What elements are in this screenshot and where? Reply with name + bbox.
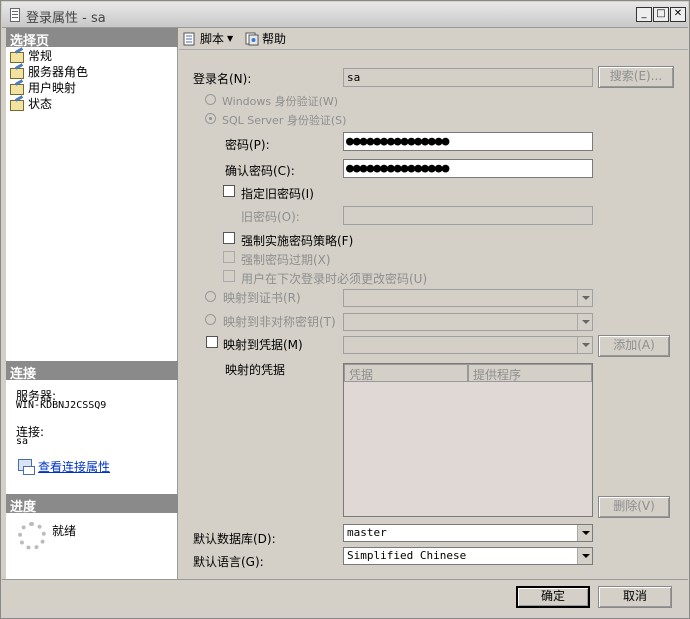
chevron-down-icon [577,548,592,564]
enforce-policy-checkbox[interactable] [223,232,235,244]
column-header-credential[interactable]: 凭据 [344,364,468,382]
nav-item-server-roles[interactable]: 服务器角色 [10,63,88,79]
chevron-down-icon [577,314,592,330]
default-database-label: 默认数据库(D): [193,532,276,546]
search-button[interactable]: 搜索(E)... [598,66,674,88]
sql-auth-radio[interactable] [205,113,216,124]
specify-old-password-label: 指定旧密码(I) [241,187,314,201]
script-icon [183,32,195,45]
map-credential-checkbox[interactable] [206,336,218,348]
certificate-select[interactable] [343,289,593,307]
help-icon [245,32,259,45]
confirm-password-field[interactable]: ●●●●●●●●●●●●●●● [343,159,593,178]
toolbar: 脚本 ▼ 帮助 [179,28,688,50]
title-bar: 登录属性 - sa _ □ ✕ [2,2,688,28]
help-button[interactable]: 帮助 [245,30,286,47]
page-icon [10,49,24,63]
password-label: 密码(P): [225,138,270,152]
old-password-field[interactable] [343,206,593,225]
help-label: 帮助 [262,32,287,46]
old-password-label: 旧密码(O): [241,210,300,224]
map-certificate-label: 映射到证书(R) [223,291,301,305]
server-value: WIN-KDBNJ2CSSQ9 [16,400,107,411]
progress-header: 进度 [6,494,178,515]
enforce-policy-label: 强制实施密码策略(F) [241,234,354,248]
page-icon [10,97,24,111]
map-asymmetric-key-radio[interactable] [205,314,216,325]
confirm-password-label: 确认密码(C): [225,164,295,178]
nav-item-status[interactable]: 状态 [10,95,52,111]
chevron-down-icon [577,337,592,353]
nav-item-user-mapping[interactable]: 用户映射 [10,79,76,95]
specify-old-password-checkbox[interactable] [223,185,235,197]
chevron-down-icon [577,525,592,541]
mapped-credentials-label: 映射的凭据 [225,363,286,377]
default-language-value: Simplified Chinese [347,549,467,562]
enforce-expiration-label: 强制密码过期(X) [241,253,331,267]
asymmetric-key-select[interactable] [343,313,593,331]
chevron-down-icon: ▼ [227,34,234,43]
enforce-expiration-checkbox[interactable] [223,251,235,263]
left-panel: 选择页 常规 服务器角色 用户映射 状态 连接 服务器: WIN-KDBNJ2C… [6,28,178,579]
connection-properties-icon [18,459,35,475]
maximize-button[interactable]: □ [653,7,669,22]
chevron-down-icon [577,290,592,306]
default-database-value: master [347,526,387,539]
must-change-label: 用户在下次登录时必须更改密码(U) [241,272,428,286]
progress-spinner-icon [18,522,46,550]
credential-select[interactable] [343,336,593,354]
login-properties-window: 登录属性 - sa _ □ ✕ 选择页 常规 服务器角色 用户映射 状态 连接 … [0,0,690,619]
view-connection-properties-link[interactable]: 查看连接属性 [38,458,110,475]
default-database-select[interactable]: master [343,524,593,542]
login-name-field[interactable]: sa [343,68,593,87]
document-icon [10,8,20,22]
connection-value: sa [16,436,29,447]
column-header-provider[interactable]: 提供程序 [468,364,592,382]
script-button[interactable]: 脚本 ▼ [183,30,233,47]
ok-button[interactable]: 确定 [516,586,590,608]
page-icon [10,81,24,95]
minimize-button[interactable]: _ [636,7,652,22]
map-credential-label: 映射到凭据(M) [223,338,303,352]
select-page-header: 选择页 [6,28,178,49]
windows-auth-label: Windows 身份验证(W) [222,95,339,108]
must-change-checkbox[interactable] [223,270,235,282]
mapped-credentials-grid[interactable]: 凭据 提供程序 [343,363,593,517]
password-field[interactable]: ●●●●●●●●●●●●●●● [343,132,593,151]
map-asymmetric-key-label: 映射到非对称密钥(T) [223,315,336,329]
default-language-select[interactable]: Simplified Chinese [343,547,593,565]
sql-auth-label: SQL Server 身份验证(S) [222,114,347,127]
connection-header: 连接 [6,361,178,382]
nav-item-label: 用户映射 [28,80,77,95]
default-language-label: 默认语言(G): [193,555,264,569]
progress-status: 就绪 [52,524,77,538]
window-title: 登录属性 - sa [26,11,106,26]
windows-auth-radio[interactable] [205,94,216,105]
nav-item-label: 常规 [28,48,53,63]
nav-item-label: 状态 [28,96,53,111]
nav-item-label: 服务器角色 [28,64,89,79]
cancel-button[interactable]: 取消 [598,586,672,608]
page-icon [10,65,24,79]
login-name-label: 登录名(N): [193,72,252,86]
script-label: 脚本 [200,32,225,46]
nav-item-general[interactable]: 常规 [10,47,52,63]
map-certificate-radio[interactable] [205,291,216,302]
remove-button[interactable]: 删除(V) [598,496,670,518]
footer-divider [2,579,688,580]
close-button[interactable]: ✕ [670,7,686,22]
add-button[interactable]: 添加(A) [598,335,670,357]
